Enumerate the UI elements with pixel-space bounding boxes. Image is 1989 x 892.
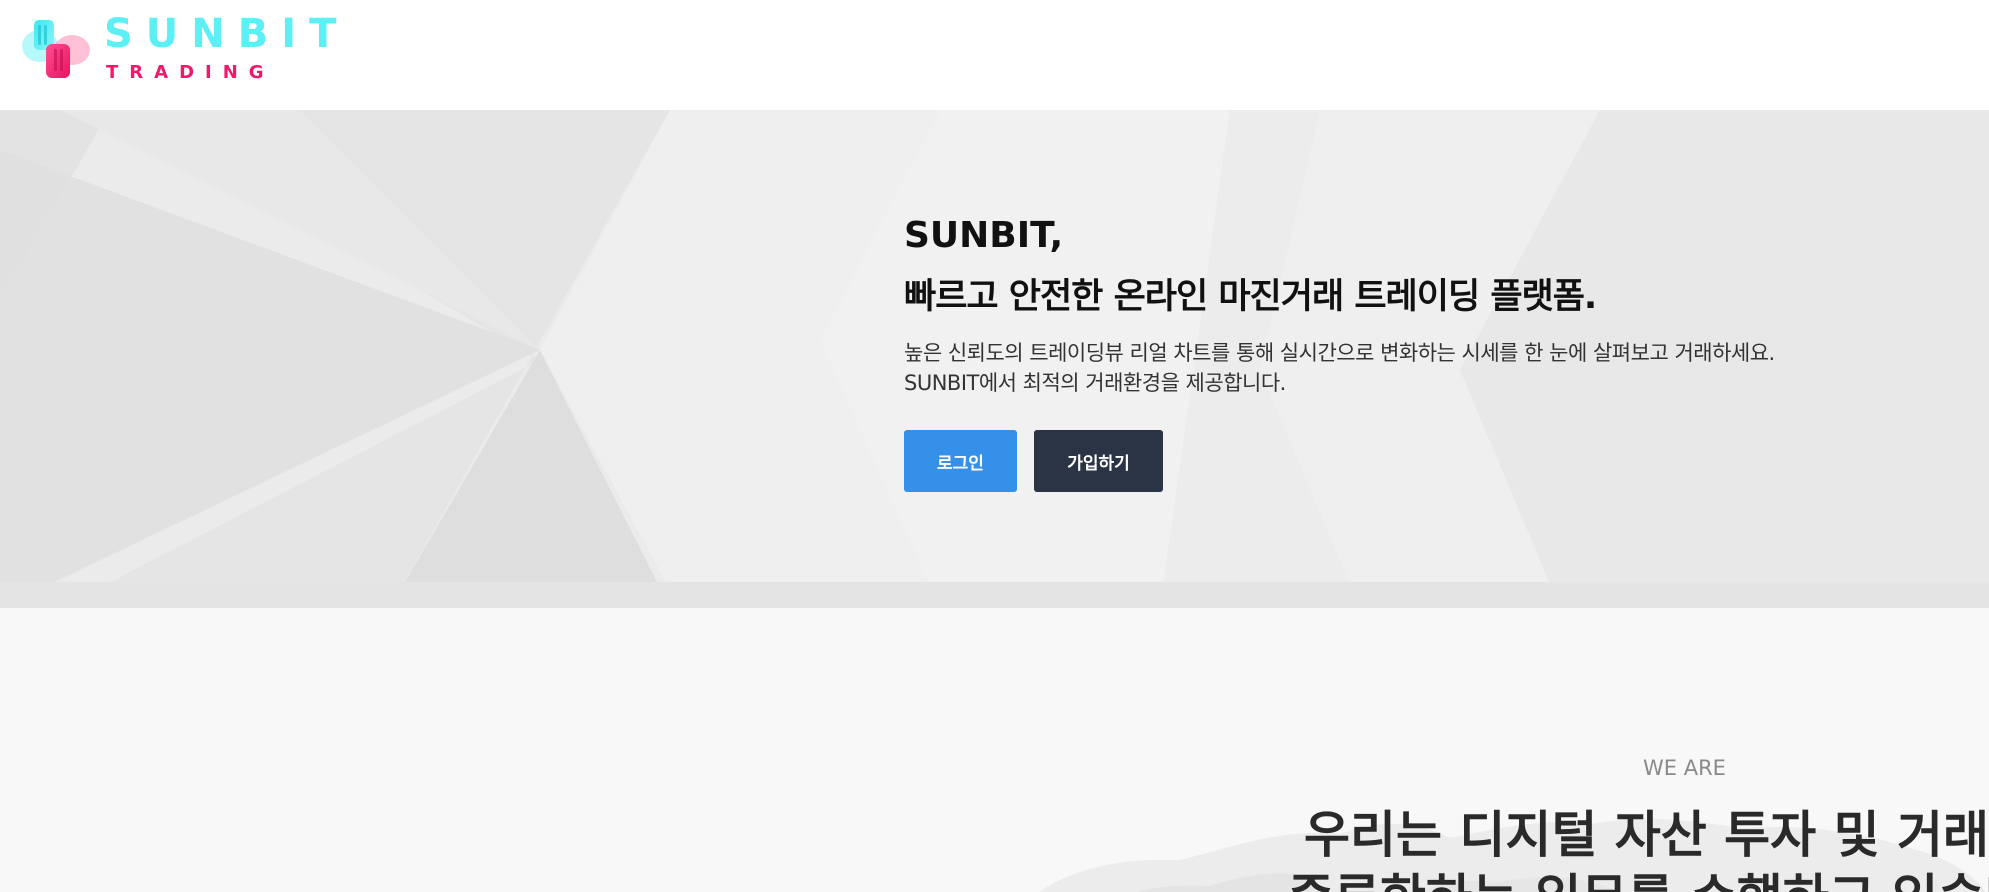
hero-content: SUNBIT, 빠르고 안전한 온라인 마진거래 트레이딩 플랫폼. 높은 신뢰… (904, 215, 1844, 493)
hand-logo-icon (22, 20, 90, 78)
hero-section: SUNBIT, 빠르고 안전한 온라인 마진거래 트레이딩 플랫폼. 높은 신뢰… (0, 110, 1989, 608)
about-title-line-2: 중류한하는 임무를 수행하고 있습니 (1288, 867, 1989, 892)
login-button[interactable]: 로그인 (904, 430, 1017, 493)
hero-button-group: 로그인 가입하기 (904, 430, 1844, 493)
signup-button[interactable]: 가입하기 (1034, 430, 1163, 493)
logo-subtitle: TRADING (106, 62, 275, 83)
hero-title: SUNBIT, (904, 215, 1064, 256)
about-eyebrow: WE ARE (1643, 756, 1726, 780)
hero-description: 높은 신뢰도의 트레이딩뷰 리얼 차트를 통해 실시간으로 변화하는 시세를 한… (904, 340, 1775, 396)
about-title-line-1: 우리는 디지털 자산 투자 및 거래 (1303, 806, 1989, 864)
about-title: 우리는 디지털 자산 투자 및 거래 중류한하는 임무를 수행하고 있습니 (1288, 804, 1989, 892)
hero-subtitle: 빠르고 안전한 온라인 마진거래 트레이딩 플랫폼. (904, 276, 1597, 317)
about-section: WE ARE 우리는 디지털 자산 투자 및 거래 중류한하는 임무를 수행하고… (0, 608, 1989, 892)
site-header: SUNBIT TRADING (0, 0, 1989, 110)
logo-wordmark: SUNBIT (104, 11, 350, 57)
hero-bottom-strip (0, 582, 1989, 608)
brand-logo[interactable]: SUNBIT TRADING (20, 14, 336, 86)
